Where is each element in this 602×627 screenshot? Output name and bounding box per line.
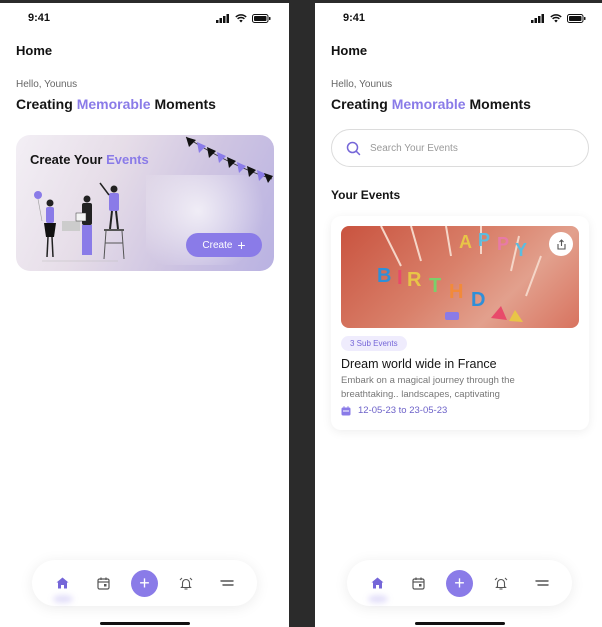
bottom-nav: + [347, 560, 572, 606]
svg-text:I: I [397, 267, 403, 289]
event-image: A P P Y B I R T H D [341, 226, 579, 328]
team-celebration-illustration [34, 182, 125, 262]
status-time: 9:41 [343, 12, 366, 24]
nav-home[interactable] [364, 569, 392, 597]
headline-pre: Creating [331, 96, 392, 112]
share-button[interactable] [549, 232, 573, 256]
top-edge [315, 0, 602, 3]
svg-text:Y: Y [515, 240, 527, 260]
status-time: 9:41 [28, 12, 51, 24]
share-icon [556, 238, 566, 250]
plus-icon: + [237, 237, 246, 253]
calendar-icon [412, 577, 425, 590]
sub-events-badge: 3 Sub Events [341, 336, 407, 351]
create-title-pre: Create Your [30, 152, 107, 167]
signal-icon [216, 13, 229, 23]
search-icon [346, 141, 361, 155]
nav-menu[interactable] [213, 569, 241, 597]
home-icon [56, 577, 69, 589]
nav-menu[interactable] [528, 569, 556, 597]
phone-home-screen: 9:41 Home Hello, Younus Creating Memorab… [0, 0, 289, 627]
event-title: Dream world wide in France [341, 357, 497, 371]
headline-post: Moments [150, 96, 216, 112]
menu-icon [219, 580, 234, 586]
top-edge [0, 0, 289, 3]
search-input[interactable]: Search Your Events [331, 129, 589, 167]
calendar-icon [341, 405, 351, 415]
svg-text:P: P [478, 230, 490, 250]
headline-post: Moments [465, 96, 531, 112]
event-date: 12-05-23 to 23-05-23 [358, 405, 448, 416]
phone-events-screen: 9:41 Home Hello, Younus Creating Memorab… [315, 0, 602, 627]
signal-icon [531, 13, 544, 23]
nav-alarm[interactable] [487, 569, 515, 597]
search-placeholder: Search Your Events [370, 142, 458, 154]
status-bar: 9:41 [28, 11, 271, 25]
nav-add[interactable]: + [446, 569, 474, 597]
create-button[interactable]: Create + [186, 233, 262, 257]
svg-text:T: T [429, 275, 441, 297]
headline: Creating Memorable Moments [331, 96, 531, 112]
create-event-card[interactable]: Create Your Events Create + [16, 135, 274, 271]
status-icons [531, 13, 586, 23]
svg-text:A: A [459, 232, 472, 252]
event-description: Embark on a magical journey through the … [341, 375, 515, 400]
section-title: Your Events [331, 188, 401, 202]
page-title: Home [16, 43, 53, 58]
add-icon: + [131, 569, 158, 597]
battery-icon [567, 13, 586, 23]
menu-icon [534, 580, 549, 586]
nav-home[interactable] [49, 569, 77, 597]
add-icon: + [446, 569, 473, 597]
screen-stage: 9:41 Home Hello, Younus Creating Memorab… [0, 0, 602, 627]
wifi-icon [235, 13, 247, 22]
alarm-icon [494, 577, 507, 590]
status-bar: 9:41 [343, 11, 586, 25]
svg-text:R: R [407, 269, 422, 291]
svg-text:H: H [449, 281, 463, 303]
create-title-accent: Events [106, 152, 149, 167]
status-icons [216, 13, 271, 23]
home-icon [371, 577, 384, 589]
greeting-text: Hello, Younus [331, 79, 393, 90]
create-card-title: Create Your Events [30, 152, 149, 167]
home-indicator [100, 622, 190, 625]
headline: Creating Memorable Moments [16, 96, 216, 112]
headline-pre: Creating [16, 96, 77, 112]
svg-text:P: P [497, 234, 509, 254]
nav-calendar[interactable] [90, 569, 118, 597]
headline-accent: Memorable [76, 96, 151, 112]
svg-text:D: D [471, 289, 485, 311]
greeting-text: Hello, Younus [16, 79, 78, 90]
home-indicator [415, 622, 505, 625]
bottom-nav: + [32, 560, 257, 606]
svg-text:B: B [377, 265, 391, 287]
nav-alarm[interactable] [172, 569, 200, 597]
nav-add[interactable]: + [131, 569, 159, 597]
nav-calendar[interactable] [405, 569, 433, 597]
page-title: Home [331, 43, 368, 58]
alarm-icon [179, 577, 192, 590]
event-date-row: 12-05-23 to 23-05-23 [341, 405, 447, 416]
wifi-icon [550, 13, 562, 22]
birthday-candles-image: A P P Y B I R T H D [377, 226, 542, 322]
bunting-flags-illustration [185, 136, 273, 183]
headline-accent: Memorable [391, 96, 466, 112]
calendar-icon [97, 577, 110, 590]
create-button-label: Create [202, 239, 233, 251]
battery-icon [252, 13, 271, 23]
event-card[interactable]: A P P Y B I R T H D 3 Sub Events Dream w… [331, 216, 589, 430]
